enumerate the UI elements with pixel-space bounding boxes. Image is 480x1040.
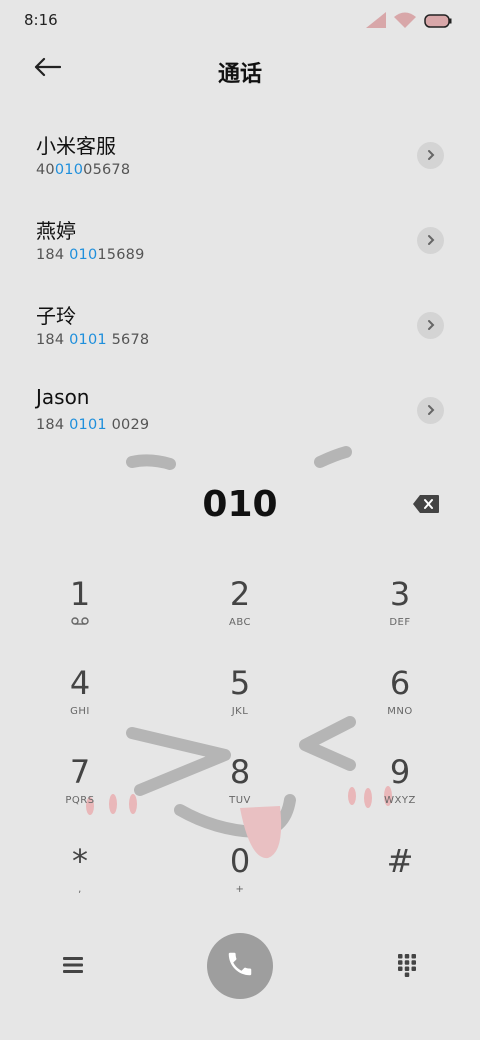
key-3[interactable]: 3 DEF bbox=[340, 572, 460, 652]
contact-detail-button[interactable] bbox=[417, 397, 444, 424]
backspace-button[interactable] bbox=[410, 494, 442, 518]
contact-name: 燕婷 bbox=[36, 219, 76, 243]
backspace-icon bbox=[412, 494, 440, 518]
match-highlight: 010 bbox=[69, 247, 98, 263]
page-title: 通话 bbox=[217, 62, 262, 87]
contact-name: Jason bbox=[36, 385, 90, 409]
dialed-number-display: 010 bbox=[202, 484, 278, 525]
key-6[interactable]: 6 MNO bbox=[340, 661, 460, 741]
contact-number: 184 0101 0029 bbox=[36, 417, 150, 433]
key-4[interactable]: 4 GHI bbox=[20, 661, 140, 741]
status-time: 8:16 bbox=[24, 11, 58, 29]
key-hash[interactable]: # bbox=[340, 839, 460, 919]
key-8[interactable]: 8 TUV bbox=[180, 750, 300, 830]
chevron-right-icon bbox=[426, 146, 436, 165]
wifi-icon bbox=[394, 12, 416, 32]
call-button[interactable] bbox=[207, 933, 273, 999]
header: 通话 bbox=[0, 44, 480, 96]
contact-detail-button[interactable] bbox=[417, 312, 444, 339]
signal-icon bbox=[366, 12, 386, 32]
dialer-bottom-bar bbox=[0, 930, 480, 1006]
chevron-right-icon bbox=[426, 316, 436, 335]
contact-item[interactable]: 燕婷 184 01015689 bbox=[0, 197, 480, 282]
phone-icon bbox=[225, 949, 255, 983]
contact-name: 小米客服 bbox=[36, 134, 116, 158]
key-5[interactable]: 5 JKL bbox=[180, 661, 300, 741]
key-9[interactable]: 9 WXYZ bbox=[340, 750, 460, 830]
voicemail-icon bbox=[71, 617, 89, 629]
status-bar: 8:16 bbox=[0, 0, 480, 40]
key-star[interactable]: * , bbox=[20, 839, 140, 919]
contact-name: 子玲 bbox=[36, 304, 76, 328]
chevron-right-icon bbox=[426, 401, 436, 420]
contact-results-list: 小米客服 4001005678 燕婷 184 01015689 子玲 184 0… bbox=[0, 112, 480, 452]
menu-icon bbox=[62, 956, 84, 978]
key-2[interactable]: 2 ABC bbox=[180, 572, 300, 652]
contact-item[interactable]: 小米客服 4001005678 bbox=[0, 112, 480, 197]
contact-number: 184 0101 5678 bbox=[36, 332, 150, 348]
menu-button[interactable] bbox=[58, 952, 88, 982]
contact-detail-button[interactable] bbox=[417, 227, 444, 254]
match-highlight: 0101 bbox=[69, 417, 107, 433]
match-highlight: 010 bbox=[54, 162, 84, 178]
dialpad-toggle-button[interactable] bbox=[392, 952, 422, 982]
key-1[interactable]: 1 bbox=[20, 572, 140, 652]
key-0[interactable]: 0 + bbox=[180, 839, 300, 919]
match-highlight: 0101 bbox=[69, 332, 107, 348]
contact-detail-button[interactable] bbox=[417, 142, 444, 169]
chevron-right-icon bbox=[426, 231, 436, 250]
contact-item[interactable]: Jason 184 0101 0029 bbox=[0, 367, 480, 452]
contact-number: 4001005678 bbox=[36, 162, 131, 178]
contact-item[interactable]: 子玲 184 0101 5678 bbox=[0, 282, 480, 367]
key-7[interactable]: 7 PQRS bbox=[20, 750, 140, 830]
battery-icon bbox=[424, 13, 452, 32]
dialpad-icon bbox=[397, 953, 417, 981]
contact-number: 184 01015689 bbox=[36, 247, 145, 263]
